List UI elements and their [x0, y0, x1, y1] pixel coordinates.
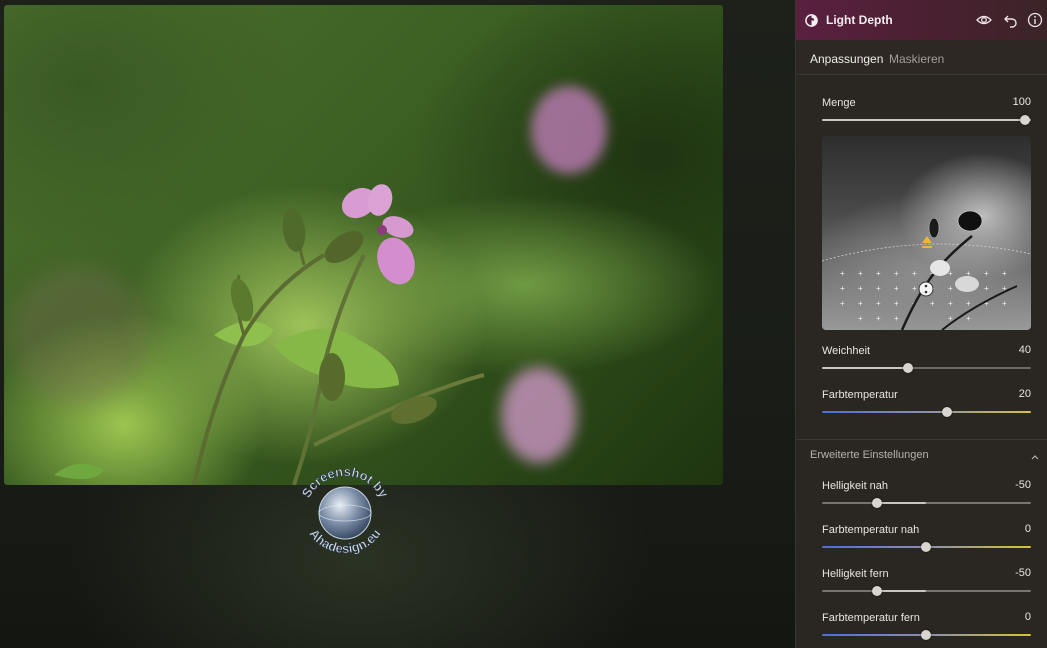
- panel-title: Light Depth: [826, 13, 893, 27]
- farbtemperatur-nah-label: Farbtemperatur nah: [822, 524, 920, 536]
- svg-text:+: +: [858, 299, 863, 308]
- weichheit-slider-thumb[interactable]: [903, 363, 913, 373]
- svg-text:+: +: [894, 314, 899, 323]
- svg-text:+: +: [894, 284, 899, 293]
- svg-text:+: +: [912, 269, 917, 278]
- svg-text:+: +: [894, 269, 899, 278]
- farbtemperatur-slider-track[interactable]: [822, 411, 1031, 413]
- helligkeit-nah-value: -50: [1015, 479, 1031, 491]
- image-canvas[interactable]: Screenshot by Ahadesign.eu: [0, 0, 795, 648]
- flower-photo: [9, 86, 607, 485]
- svg-text:+: +: [948, 284, 953, 293]
- helligkeit-fern-label: Helligkeit fern: [822, 568, 889, 580]
- menge-slider-track[interactable]: [822, 119, 1031, 121]
- farbtemperatur-value: 20: [1018, 388, 1031, 400]
- helligkeit-fern-value: -50: [1015, 567, 1031, 579]
- svg-text:+: +: [984, 269, 989, 278]
- weichheit-slider-track[interactable]: [822, 367, 1031, 369]
- tab-maskieren[interactable]: Maskieren: [889, 52, 944, 66]
- svg-text:+: +: [1002, 269, 1007, 278]
- helligkeit-fern-slider-thumb[interactable]: [872, 586, 882, 596]
- depth-map-preview[interactable]: ++++++++++ ++++++++++ ++++++++++ +++++: [822, 136, 1031, 330]
- helligkeit-nah-label: Helligkeit nah: [822, 480, 889, 492]
- info-icon[interactable]: [1027, 12, 1043, 28]
- light-depth-logo-icon: [805, 14, 818, 27]
- panel-header: Light Depth: [796, 0, 1047, 40]
- photo-preview[interactable]: [4, 5, 723, 485]
- svg-text:+: +: [840, 299, 845, 308]
- svg-text:+: +: [912, 284, 917, 293]
- weichheit-value: 40: [1018, 344, 1031, 356]
- depth-map-grid: ++++++++++ ++++++++++ ++++++++++ +++++: [822, 210, 1031, 330]
- svg-text:+: +: [876, 314, 881, 323]
- farbtemperatur-nah-slider-thumb[interactable]: [921, 542, 931, 552]
- farbtemperatur-fern-slider-thumb[interactable]: [921, 630, 931, 640]
- svg-text:+: +: [876, 299, 881, 308]
- helligkeit-fern-slider-fill: [877, 590, 926, 592]
- svg-text:+: +: [930, 299, 935, 308]
- svg-text:+: +: [966, 314, 971, 323]
- svg-text:+: +: [894, 299, 899, 308]
- helligkeit-nah-slider-thumb[interactable]: [872, 498, 882, 508]
- section-divider: [796, 439, 1047, 440]
- helligkeit-nah-slider-track[interactable]: [822, 502, 1031, 504]
- eye-icon[interactable]: [976, 12, 992, 28]
- chevron-up-icon[interactable]: [1030, 452, 1040, 462]
- svg-text:+: +: [948, 299, 953, 308]
- farbtemperatur-label: Farbtemperatur: [822, 389, 898, 401]
- menge-label: Menge: [822, 97, 856, 109]
- svg-text:+: +: [840, 284, 845, 293]
- helligkeit-nah-slider-fill: [877, 502, 926, 504]
- helligkeit-fern-slider-track[interactable]: [822, 590, 1031, 592]
- svg-text:+: +: [966, 299, 971, 308]
- watermark-logo: Screenshot by Ahadesign.eu: [298, 464, 392, 557]
- svg-text:+: +: [840, 269, 845, 278]
- farbtemperatur-fern-value: 0: [1024, 611, 1031, 623]
- svg-text:+: +: [858, 314, 863, 323]
- svg-text:+: +: [876, 269, 881, 278]
- weichheit-label: Weichheit: [822, 345, 871, 357]
- menge-value: 100: [1012, 96, 1031, 108]
- farbtemperatur-slider-thumb[interactable]: [942, 407, 952, 417]
- advanced-settings-header[interactable]: Erweiterte Einstellungen: [810, 449, 929, 461]
- farbtemperatur-fern-label: Farbtemperatur fern: [822, 612, 920, 624]
- svg-text:+: +: [876, 284, 881, 293]
- panel-tabs: Anpassungen Maskieren: [796, 40, 1047, 75]
- farbtemperatur-nah-value: 0: [1024, 523, 1031, 535]
- svg-text:+: +: [1002, 299, 1007, 308]
- light-depth-panel: Light Depth Anpassungen Maskieren Menge …: [795, 0, 1047, 648]
- svg-text:+: +: [858, 269, 863, 278]
- tab-anpassungen[interactable]: Anpassungen: [810, 52, 883, 66]
- svg-text:+: +: [858, 284, 863, 293]
- menge-slider-thumb[interactable]: [1020, 115, 1030, 125]
- undo-icon[interactable]: [1003, 12, 1019, 28]
- svg-text:+: +: [984, 284, 989, 293]
